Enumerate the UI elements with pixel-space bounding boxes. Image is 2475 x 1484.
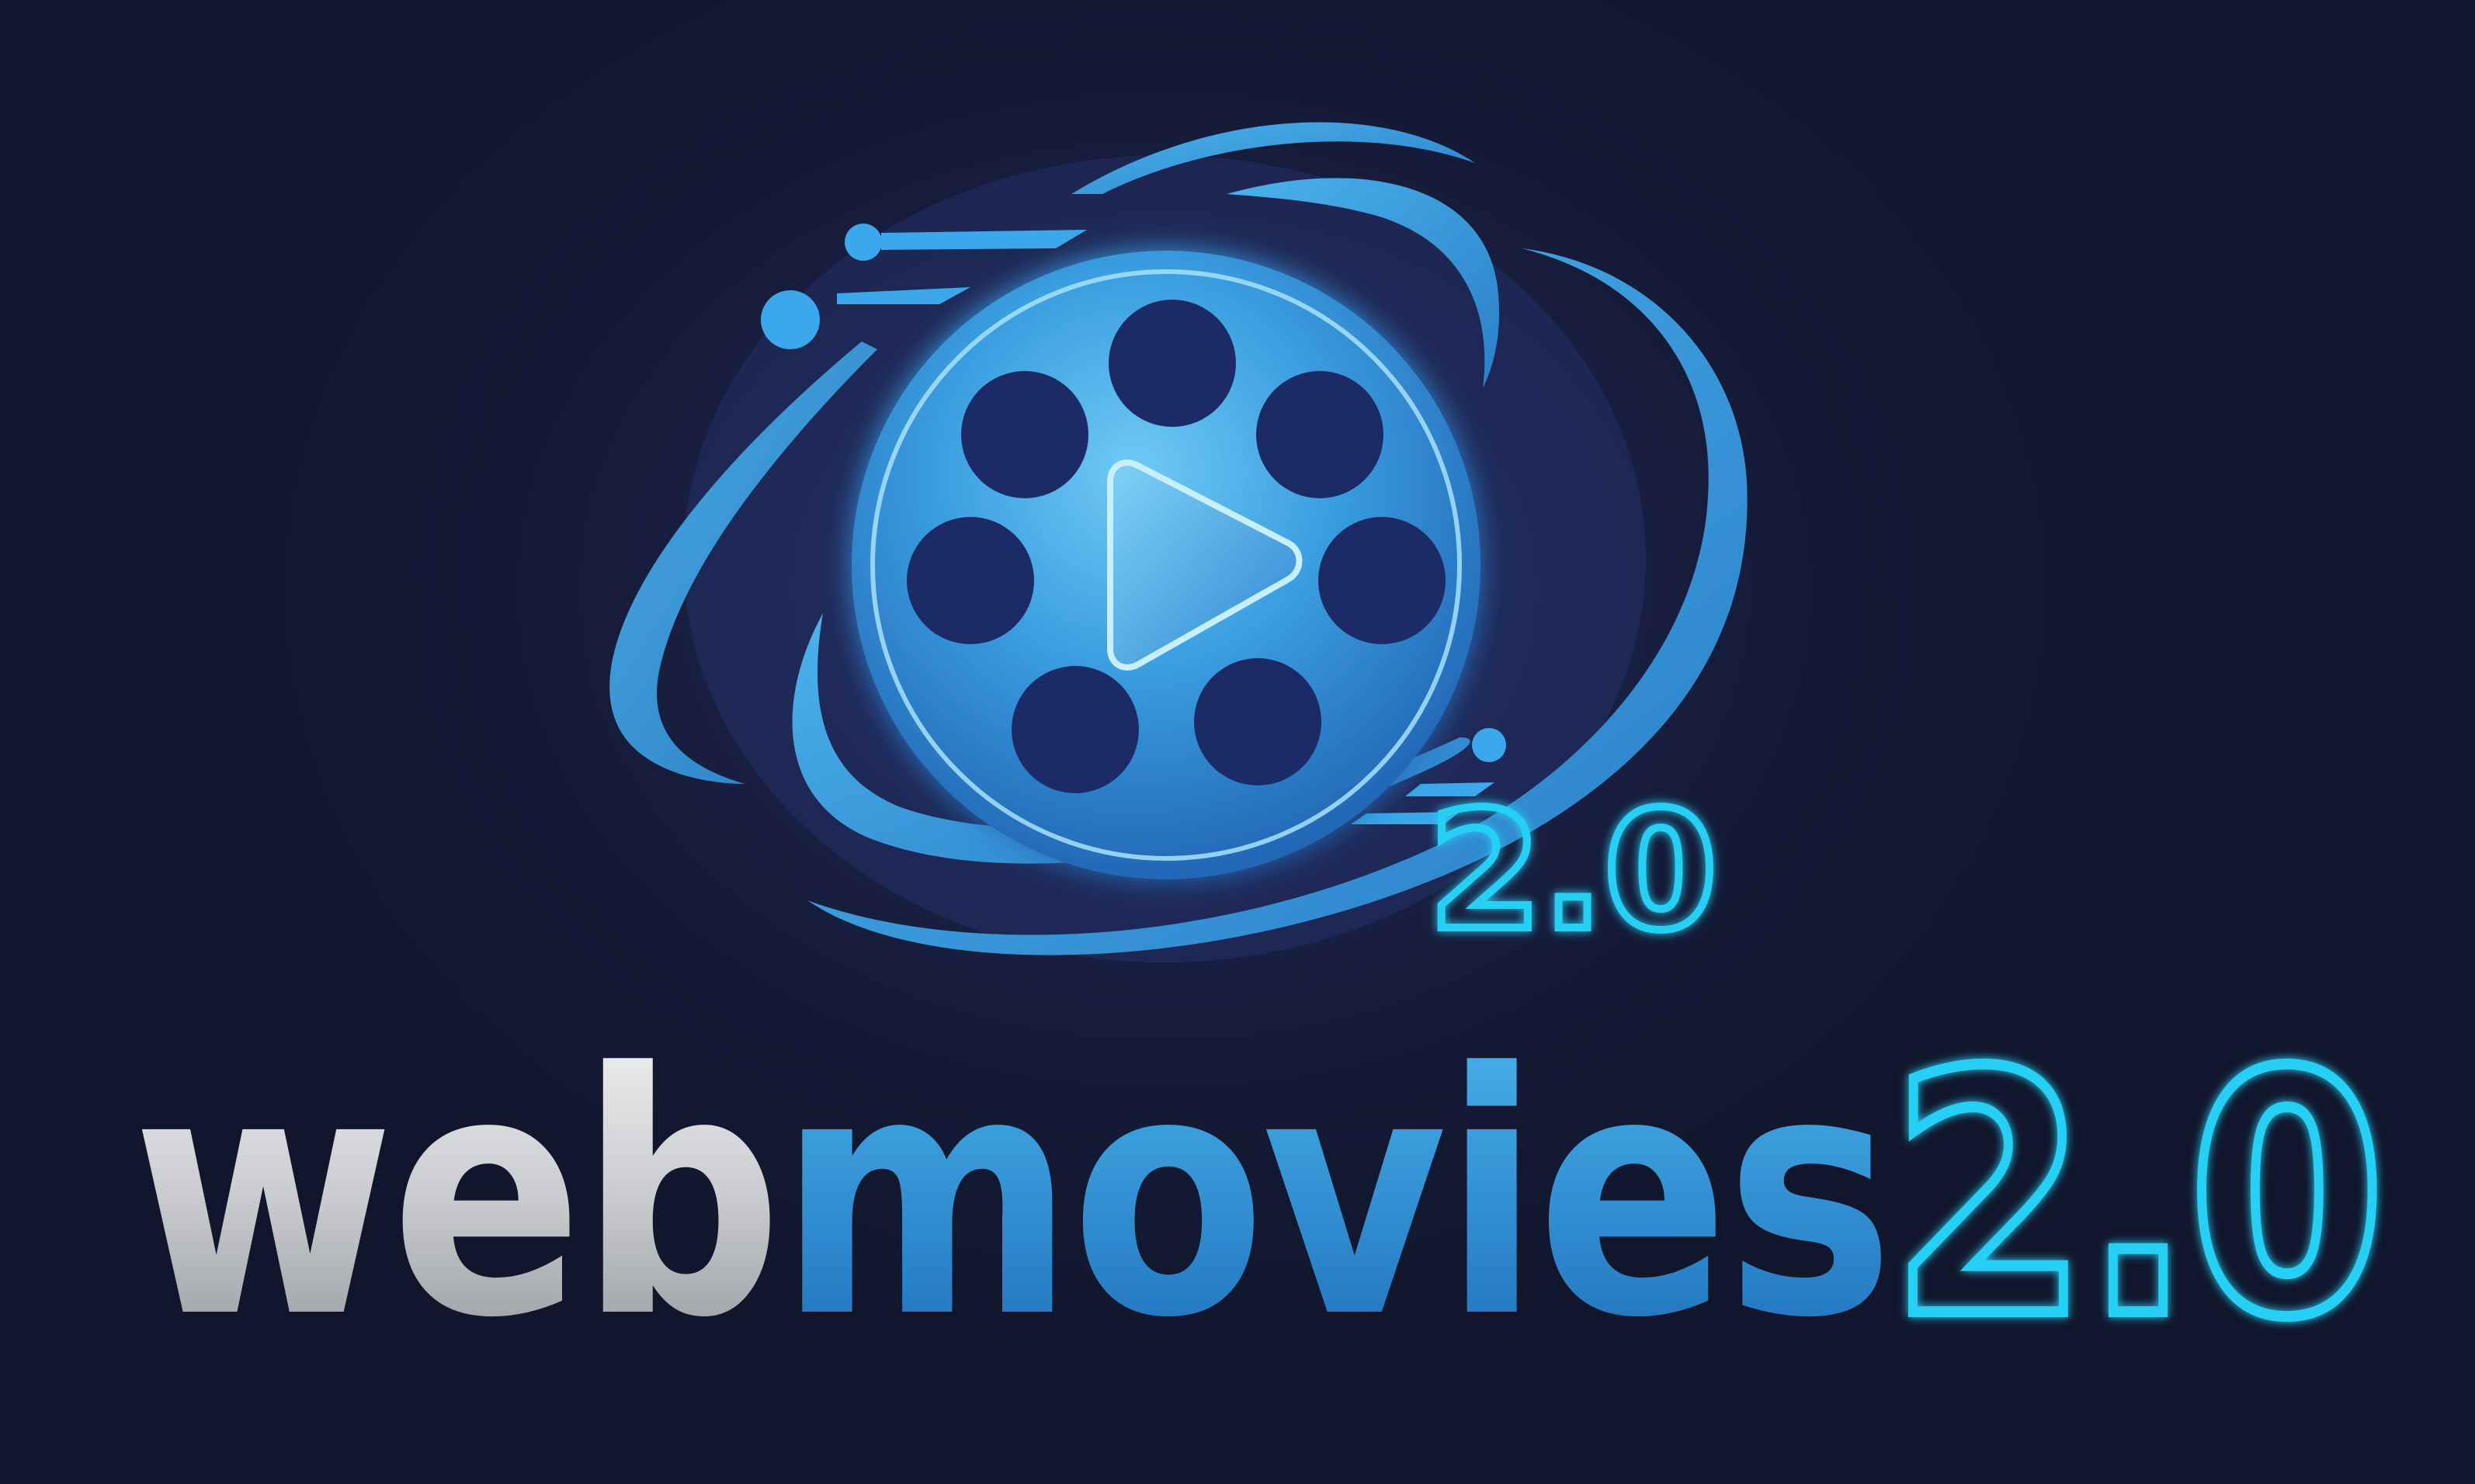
webmovies-logo: 2.0 webmovies2.0 (132, 122, 2392, 1396)
logo-canvas: 2.0 webmovies2.0 (0, 0, 2475, 1484)
wordmark-movies: movies (779, 1003, 1890, 1391)
wordmark-web: web (132, 1003, 779, 1391)
wordmark: webmovies2.0 (132, 1003, 2382, 1391)
wordmark-version: 2.0 (1890, 1003, 2382, 1391)
icon-badge-text: 2.0 (1428, 776, 1717, 966)
film-reel-icon (852, 251, 1480, 879)
